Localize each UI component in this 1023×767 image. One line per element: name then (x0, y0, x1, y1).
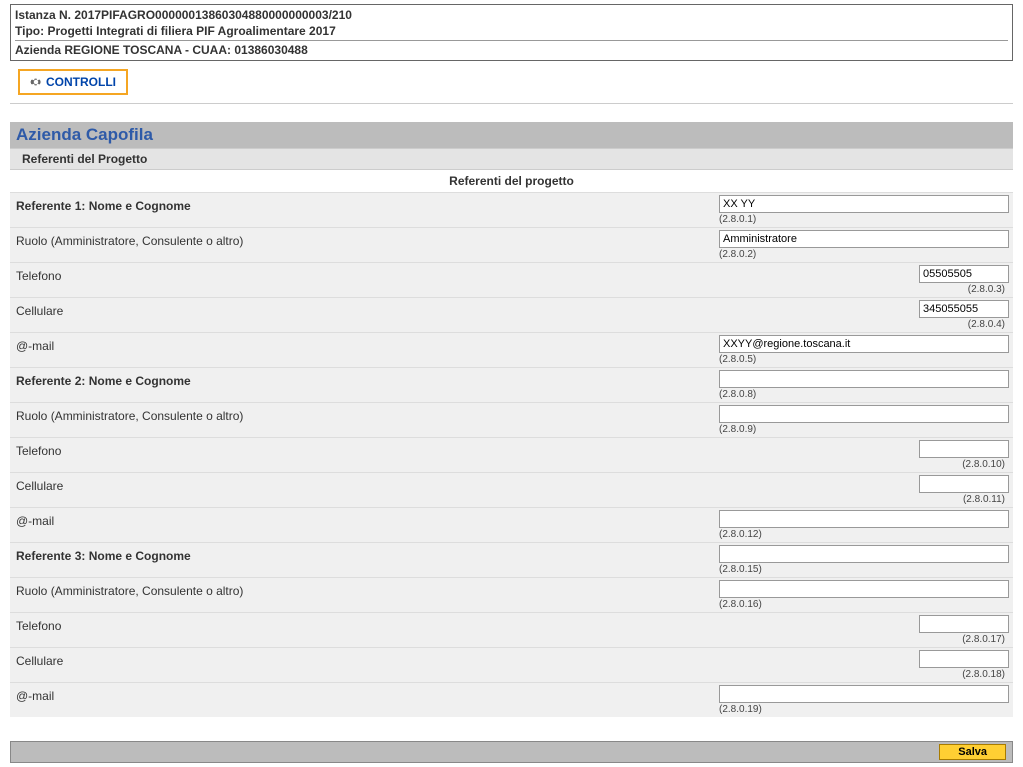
field-code: (2.8.0.8) (719, 389, 760, 400)
save-button[interactable]: Salva (939, 744, 1006, 760)
instance-number: Istanza N. 2017PIFAGRO000000138603048800… (15, 7, 1008, 23)
text-input[interactable] (719, 685, 1009, 703)
text-input[interactable] (719, 335, 1009, 353)
field-label: Cellulare (10, 648, 471, 682)
field-label: Referente 1: Nome e Cognome (10, 193, 459, 227)
table-title: Referenti del progetto (10, 170, 1013, 192)
form-row: Referente 1: Nome e Cognome (2.8.0.1) (10, 192, 1013, 227)
field-code: (2.8.0.19) (719, 704, 766, 715)
field-code: (2.8.0.11) (963, 494, 1009, 505)
field-code: (2.8.0.5) (719, 354, 760, 365)
field-label: @-mail (10, 683, 459, 717)
field-label: Ruolo (Amministratore, Consulente o altr… (10, 403, 459, 437)
footer-bar: Salva (10, 741, 1013, 763)
field-label: @-mail (10, 333, 459, 367)
form-row: Ruolo (Amministratore, Consulente o altr… (10, 577, 1013, 612)
form-area: Referenti del progetto Referente 1: Nome… (10, 170, 1013, 717)
gear-icon (30, 76, 42, 88)
value-cell: (2.8.0.11) (471, 473, 1013, 507)
field-code: (2.8.0.2) (719, 249, 760, 260)
value-cell: (2.8.0.10) (471, 438, 1013, 472)
value-cell: (2.8.0.8) (459, 368, 1013, 402)
form-row: Referente 3: Nome e Cognome (2.8.0.15) (10, 542, 1013, 577)
value-cell: (2.8.0.4) (471, 298, 1013, 332)
form-row: Telefono (2.8.0.3) (10, 262, 1013, 297)
field-label: Cellulare (10, 473, 471, 507)
field-label: Referente 3: Nome e Cognome (10, 543, 459, 577)
form-row: Telefono (2.8.0.10) (10, 437, 1013, 472)
value-cell: (2.8.0.15) (459, 543, 1013, 577)
section-title: Azienda Capofila (10, 122, 1013, 148)
field-label: Referente 2: Nome e Cognome (10, 368, 459, 402)
instance-type: Tipo: Progetti Integrati di filiera PIF … (15, 23, 1008, 39)
text-input[interactable] (719, 195, 1009, 213)
field-code: (2.8.0.12) (719, 529, 766, 540)
field-label: Telefono (10, 438, 471, 472)
form-row: Referente 2: Nome e Cognome (2.8.0.8) (10, 367, 1013, 402)
field-code: (2.8.0.3) (968, 284, 1009, 295)
instance-header: Istanza N. 2017PIFAGRO000000138603048800… (10, 4, 1013, 61)
form-row: Ruolo (Amministratore, Consulente o altr… (10, 402, 1013, 437)
field-label: Ruolo (Amministratore, Consulente o altr… (10, 578, 459, 612)
form-row: @-mail (2.8.0.19) (10, 682, 1013, 717)
field-code: (2.8.0.16) (719, 599, 766, 610)
field-label: Telefono (10, 613, 471, 647)
field-code: (2.8.0.1) (719, 214, 760, 225)
text-input[interactable] (719, 510, 1009, 528)
value-cell: (2.8.0.16) (459, 578, 1013, 612)
value-cell: (2.8.0.18) (471, 648, 1013, 682)
toolbar: CONTROLLI (10, 63, 1013, 104)
text-input[interactable] (719, 545, 1009, 563)
company-info: Azienda REGIONE TOSCANA - CUAA: 01386030… (15, 42, 1008, 58)
field-code: (2.8.0.10) (962, 459, 1009, 470)
field-label: Telefono (10, 263, 471, 297)
value-cell: (2.8.0.5) (459, 333, 1013, 367)
form-row: @-mail (2.8.0.12) (10, 507, 1013, 542)
text-input[interactable] (719, 580, 1009, 598)
text-input[interactable] (719, 405, 1009, 423)
field-label: Ruolo (Amministratore, Consulente o altr… (10, 228, 459, 262)
text-input[interactable] (719, 230, 1009, 248)
field-code: (2.8.0.9) (719, 424, 760, 435)
text-input[interactable] (919, 475, 1009, 493)
text-input[interactable] (719, 370, 1009, 388)
field-code: (2.8.0.15) (719, 564, 766, 575)
text-input[interactable] (919, 300, 1009, 318)
field-label: Cellulare (10, 298, 471, 332)
value-cell: (2.8.0.9) (459, 403, 1013, 437)
form-row: @-mail (2.8.0.5) (10, 332, 1013, 367)
controlli-label: CONTROLLI (46, 75, 116, 89)
text-input[interactable] (919, 650, 1009, 668)
value-cell: (2.8.0.17) (471, 613, 1013, 647)
text-input[interactable] (919, 440, 1009, 458)
field-code: (2.8.0.4) (968, 319, 1009, 330)
field-code: (2.8.0.17) (962, 634, 1009, 645)
field-label: @-mail (10, 508, 459, 542)
text-input[interactable] (919, 615, 1009, 633)
form-row: Telefono (2.8.0.17) (10, 612, 1013, 647)
form-row: Cellulare (2.8.0.18) (10, 647, 1013, 682)
value-cell: (2.8.0.1) (459, 193, 1013, 227)
form-row: Cellulare (2.8.0.11) (10, 472, 1013, 507)
form-row: Cellulare (2.8.0.4) (10, 297, 1013, 332)
value-cell: (2.8.0.19) (459, 683, 1013, 717)
controlli-button[interactable]: CONTROLLI (18, 69, 128, 95)
field-code: (2.8.0.18) (962, 669, 1009, 680)
value-cell: (2.8.0.3) (471, 263, 1013, 297)
subsection-title: Referenti del Progetto (10, 148, 1013, 170)
value-cell: (2.8.0.12) (459, 508, 1013, 542)
form-row: Ruolo (Amministratore, Consulente o altr… (10, 227, 1013, 262)
text-input[interactable] (919, 265, 1009, 283)
value-cell: (2.8.0.2) (459, 228, 1013, 262)
